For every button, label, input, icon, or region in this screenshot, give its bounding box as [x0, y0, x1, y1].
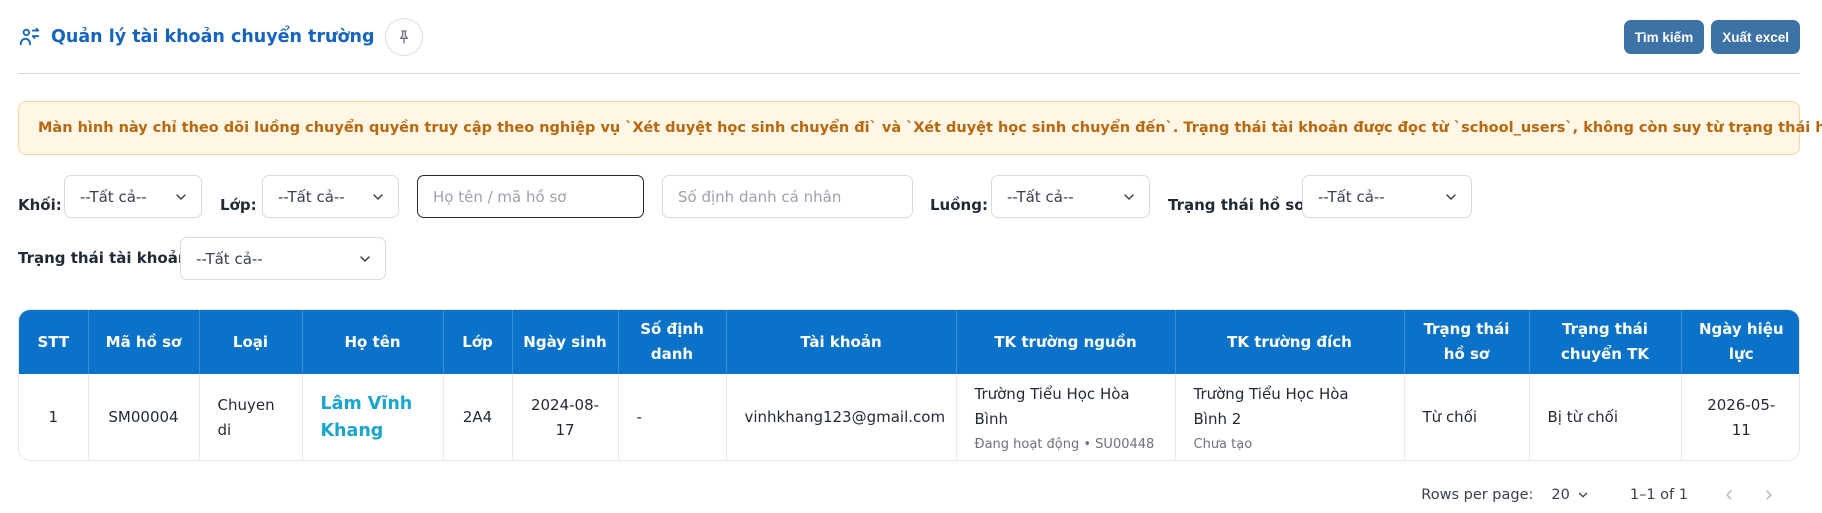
chevron-down-icon — [1446, 194, 1456, 201]
col-header-tk-nguon: TK trường nguồn — [956, 310, 1176, 374]
tk-nguon-name: Trường Tiểu Học Hòa Bình — [974, 384, 1130, 428]
search-button[interactable]: Tìm kiếm — [1623, 20, 1705, 54]
chevron-down-icon — [1578, 492, 1588, 498]
rows-per-page-label: Rows per page: — [1421, 487, 1534, 503]
lop-label: Lớp: — [220, 196, 257, 214]
title-group: Quản lý tài khoản chuyển trường — [18, 18, 423, 56]
rows-per-page-select[interactable]: 20 — [1551, 487, 1589, 503]
ho-so-status-label: Trạng thái hồ sơ: — [1168, 196, 1311, 214]
pagination-range: 1–1 of 1 — [1629, 487, 1688, 503]
cell-trang-thai-tk: Bị từ chối — [1529, 374, 1682, 460]
pin-button[interactable] — [384, 18, 423, 56]
col-header-tk-dich: TK trường đích — [1175, 310, 1405, 374]
cell-tai-khoan: vinhkhang123@gmail.com — [726, 374, 957, 460]
cell-tk-dich: Trường Tiểu Học Hòa Bình 2 Chưa tạo — [1175, 374, 1405, 460]
cell-ngay-sinh: 2024-08-17 — [512, 374, 619, 460]
khoi-label: Khối: — [18, 196, 62, 214]
khoi-select-value: --Tất cả-- — [80, 187, 147, 206]
col-header-loai: Loại — [199, 310, 303, 374]
page-title: Quản lý tài khoản chuyển trường — [51, 27, 375, 47]
cell-trang-thai-ho-so: Từ chối — [1404, 374, 1530, 460]
header-actions: Tìm kiếm Xuất excel — [1623, 20, 1800, 54]
khoi-select[interactable]: --Tất cả-- — [64, 175, 202, 218]
ho-so-status-select-value: --Tất cả-- — [1318, 187, 1385, 206]
users-swap-icon — [18, 25, 42, 49]
col-header-so-dinh-danh: Số định danh — [618, 310, 727, 374]
chevron-right-icon — [1766, 490, 1773, 500]
ho-so-status-select[interactable]: --Tất cả-- — [1302, 175, 1472, 218]
cell-loai: Chuyen di — [199, 374, 303, 460]
col-header-ho-ten: Họ tên — [302, 310, 444, 374]
name-search-input[interactable] — [417, 175, 644, 218]
col-header-ma-ho-so: Mã hồ sơ — [88, 310, 200, 374]
col-header-lop: Lớp — [443, 310, 513, 374]
chevron-down-icon — [360, 256, 370, 263]
cell-ma-ho-so: SM00004 — [88, 374, 200, 460]
table-header-row: STT Mã hồ sơ Loại Họ tên Lớp Ngày sinh S… — [19, 310, 1799, 374]
rows-per-page-value: 20 — [1551, 487, 1570, 503]
personal-id-input[interactable] — [662, 175, 913, 218]
cell-ho-ten: Lâm Vĩnh Khang — [302, 374, 444, 460]
tk-nguon-status: Đang hoạt động • SU00448 — [974, 436, 1155, 452]
table-row: 1 SM00004 Chuyen di Lâm Vĩnh Khang 2A4 2… — [19, 374, 1799, 460]
account-status-select-value: --Tất cả-- — [196, 249, 263, 268]
cell-ngay-hieu-luc: 2026-05-11 — [1707, 395, 1776, 439]
luong-select-value: --Tất cả-- — [1007, 187, 1074, 206]
transfer-table: STT Mã hồ sơ Loại Họ tên Lớp Ngày sinh S… — [18, 309, 1800, 461]
tk-dich-name: Trường Tiểu Học Hòa Bình 2 — [1193, 384, 1349, 428]
account-status-label: Trạng thái tài khoản: — [18, 249, 195, 267]
col-header-trang-thai-ho-so: Trạng thái hồ sơ — [1404, 310, 1530, 374]
chevron-down-icon — [373, 194, 383, 201]
chevron-down-icon — [176, 194, 186, 201]
col-header-ngay-sinh: Ngày sinh — [512, 310, 619, 374]
cell-tk-nguon: Trường Tiểu Học Hòa Bình Đang hoạt động … — [956, 374, 1176, 460]
col-header-stt: STT — [19, 310, 89, 374]
cell-so-dinh-danh: - — [618, 374, 727, 460]
pin-icon — [399, 30, 408, 44]
prev-page-button[interactable] — [1718, 484, 1740, 506]
chevron-left-icon — [1725, 490, 1732, 500]
cell-lop: 2A4 — [443, 374, 513, 460]
pagination: Rows per page: 20 1–1 of 1 — [1421, 484, 1780, 506]
lop-select-value: --Tất cả-- — [278, 187, 345, 206]
cell-stt: 1 — [19, 374, 89, 460]
col-header-tai-khoan: Tài khoản — [726, 310, 957, 374]
next-page-button[interactable] — [1758, 484, 1780, 506]
lop-select[interactable]: --Tất cả-- — [262, 175, 399, 218]
info-notice: Màn hình này chỉ theo dõi luồng chuyển q… — [18, 101, 1822, 155]
col-header-trang-thai-tk: Trạng thái chuyển TK — [1529, 310, 1682, 374]
col-header-ngay-hieu-luc: Ngày hiệu lực — [1698, 320, 1784, 363]
luong-select[interactable]: --Tất cả-- — [991, 175, 1150, 218]
account-status-select[interactable]: --Tất cả-- — [180, 237, 386, 280]
header-divider — [18, 73, 1800, 74]
tk-dich-status: Chưa tạo — [1193, 436, 1253, 452]
export-excel-button[interactable]: Xuất excel — [1711, 20, 1800, 54]
chevron-down-icon — [1124, 194, 1134, 201]
page-header: Quản lý tài khoản chuyển trường Tìm kiếm… — [18, 18, 1800, 74]
student-name-link[interactable]: Lâm Vĩnh Khang — [321, 391, 425, 445]
luong-label: Luồng: — [930, 196, 988, 214]
